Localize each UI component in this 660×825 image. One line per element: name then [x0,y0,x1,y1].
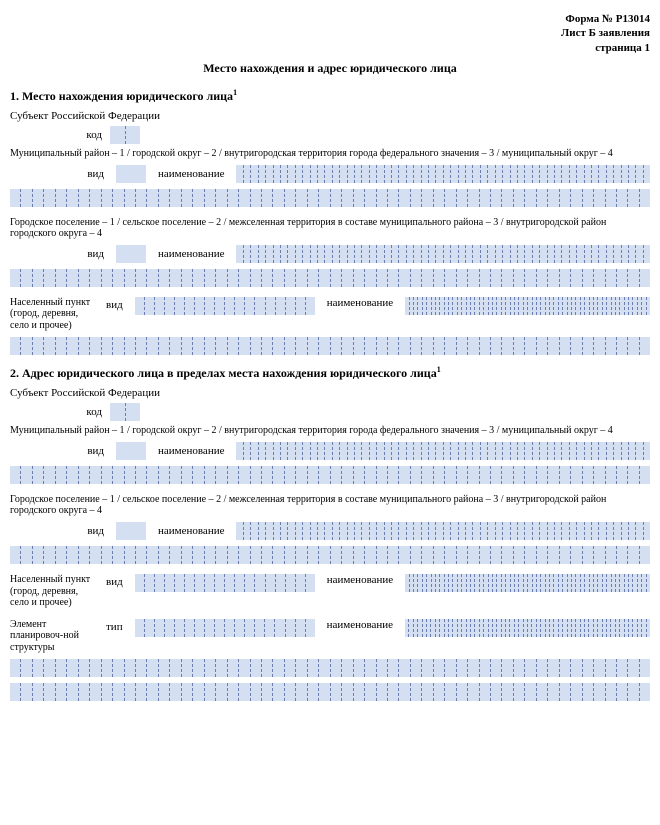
naimen-label-5: наименование [152,525,230,537]
naimen-label-6: наименование [321,574,399,586]
naimen-input-3a[interactable] [405,297,650,315]
naimen-input-2b[interactable] [10,269,650,287]
vid-label-1: вид [10,168,110,180]
vid-input-2[interactable] [116,245,146,263]
page-title: Место нахождения и адрес юридического ли… [10,61,650,76]
naimen-input-6a[interactable] [405,574,650,592]
vid-input-4[interactable] [116,442,146,460]
vid-label-6: вид [106,574,129,588]
kod-label-2: код [10,406,110,418]
vid-input-3[interactable] [135,297,315,315]
municipal-types-hint: Муниципальный район – 1 / городской окру… [10,148,650,159]
vid-input-5[interactable] [116,522,146,540]
naimen-label-2: наименование [152,248,230,260]
nas-punkt-label: Населенный пункт (город, деревня, село и… [10,297,100,332]
naimen-input-7c[interactable] [10,683,650,701]
kod-input-2[interactable] [110,403,140,421]
naimen-input-7a[interactable] [405,619,650,637]
kod-input[interactable] [110,126,140,144]
vid-label-3: вид [106,297,129,311]
naimen-label-4: наименование [152,445,230,457]
naimen-input-5b[interactable] [10,546,650,564]
naimen-input-7b[interactable] [10,659,650,677]
naimen-label-1: наименование [152,168,230,180]
page-label: страница 1 [10,41,650,55]
vid-input-1[interactable] [116,165,146,183]
section1-heading: 1. Место нахождения юридического лица1 [10,88,650,104]
naimen-input-4a[interactable] [236,442,650,460]
naimen-input-5a[interactable] [236,522,650,540]
vid-input-6[interactable] [135,574,315,592]
municipal-types-hint-2: Муниципальный район – 1 / городской окру… [10,425,650,436]
naimen-input-1a[interactable] [236,165,650,183]
subject-rf-label: Субъект Российской Федерации [10,110,650,122]
vid-label-4: вид [10,445,110,457]
subject-rf-label-2: Субъект Российской Федерации [10,387,650,399]
section2-heading: 2. Адрес юридического лица в пределах ме… [10,365,650,381]
form-number: Форма № Р13014 [10,12,650,26]
naimen-input-4b[interactable] [10,466,650,484]
naimen-label-3: наименование [321,297,399,309]
plan-struct-label: Элемент планировоч-ной структуры [10,619,100,654]
kod-label: код [10,129,110,141]
sheet-label: Лист Б заявления [10,26,650,40]
naimen-input-3b[interactable] [10,337,650,355]
nas-punkt-label-2: Населенный пункт (город, деревня, село и… [10,574,100,609]
vid-label-2: вид [10,248,110,260]
naimen-input-1b[interactable] [10,189,650,207]
tip-label: тип [106,619,129,633]
settlement-types-hint-2: Городское поселение – 1 / сельское посел… [10,494,650,516]
vid-label-5: вид [10,525,110,537]
tip-input[interactable] [135,619,315,637]
naimen-label-7: наименование [321,619,399,631]
naimen-input-2a[interactable] [236,245,650,263]
settlement-types-hint: Городское поселение – 1 / сельское посел… [10,217,650,239]
